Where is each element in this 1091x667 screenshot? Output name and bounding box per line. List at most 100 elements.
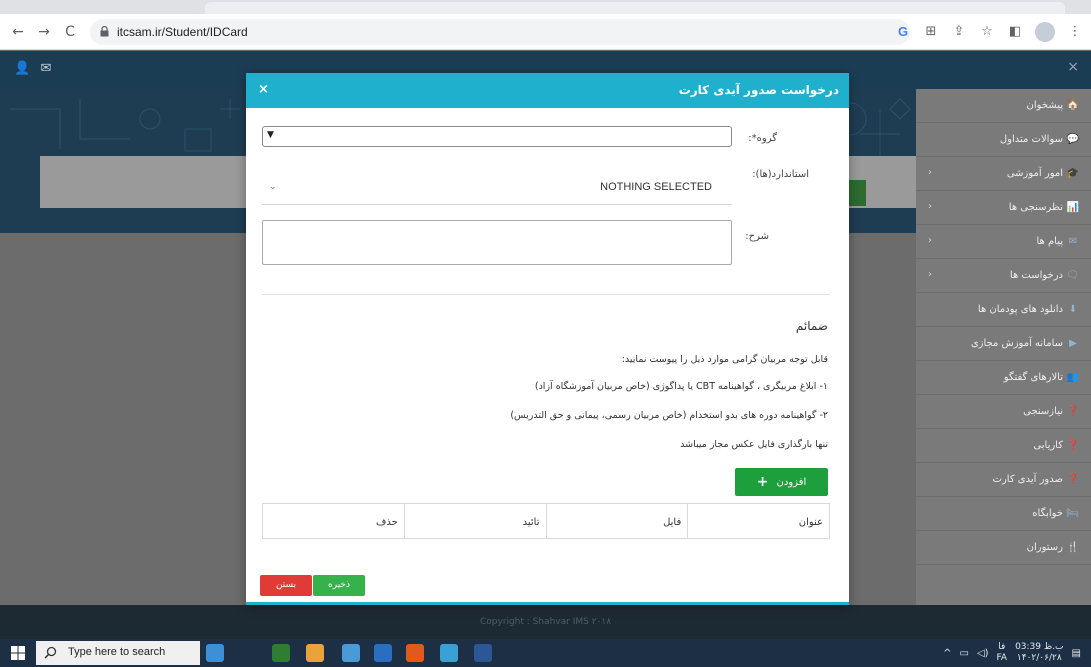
browser-tab[interactable]	[205, 2, 1065, 14]
back-icon[interactable]: ←	[9, 23, 27, 41]
modal-close-icon[interactable]: ×	[258, 82, 269, 97]
chevron-down-icon: ▼	[267, 130, 274, 140]
store-app-icon[interactable]	[374, 644, 392, 662]
content-card-button[interactable]	[848, 180, 866, 206]
taskbar-search[interactable]: Type here to search	[36, 641, 200, 665]
add-attachment-button[interactable]: افزودن +	[735, 468, 828, 496]
sidebar-item-label: خوابگاه	[1032, 508, 1063, 519]
browser-toolbar: ← → C itcsam.ir/Student/IDCard G ⊞ ⇪ ☆ ◧ ⋮	[0, 14, 1091, 50]
google-icon[interactable]: G	[895, 24, 911, 40]
chevron-left-icon: ‹	[928, 167, 932, 178]
reload-icon[interactable]: C	[61, 23, 79, 41]
sidebar-item-label: رستوران	[1026, 542, 1063, 553]
edge-app-icon[interactable]	[306, 644, 324, 662]
chevron-left-icon: ‹	[928, 201, 932, 212]
menu-icon[interactable]: ⋮	[1067, 24, 1083, 40]
sidebar-item[interactable]: ▶ سامانه آموزش مجازی	[916, 327, 1091, 361]
cutlery-icon: 🍴	[1066, 541, 1079, 553]
sidebar-item-label: درخواست ها	[1009, 270, 1063, 281]
standards-selected-text: NOTHING SELECTED	[600, 181, 712, 193]
sidebar: × 🏠 پیشخوان 💬 سوالات متداول 🎓 امور آموزشی ‹ 📊 نظ…	[916, 51, 1091, 605]
profile-avatar[interactable]	[1035, 22, 1055, 42]
graduation-icon: 🎓	[1066, 167, 1079, 179]
url-text: itcsam.ir/Student/IDCard	[117, 25, 248, 39]
standards-multiselect[interactable]: NOTHING SELECTED ⌄	[262, 168, 732, 205]
home-icon: 🏠	[1066, 99, 1079, 111]
sidebar-item[interactable]: 📊 نظرسنجی ها ‹	[916, 191, 1091, 225]
table-header: عنوان	[687, 504, 829, 538]
users-icon: 👥	[1066, 371, 1079, 383]
sidebar-item[interactable]: ❓ کاریابی	[916, 429, 1091, 463]
attachments-note: ۱- ابلاغ مربیگری ، گواهینامه CBT یا پداگ…	[534, 381, 828, 392]
standards-label: استاندارد(ها):	[752, 169, 809, 180]
sidebar-item[interactable]: ✉ پیام ها ‹	[916, 225, 1091, 259]
sidebar-item-label: صدور آیدی کارت	[992, 474, 1063, 485]
add-button-label: افزودن	[776, 476, 807, 488]
idcard-request-modal: درخواست صدور آیدی کارت × گروه*: ▼ استاند…	[246, 73, 849, 605]
sidebar-item[interactable]: 💬 سوالات متداول	[916, 123, 1091, 157]
bed-icon: 🛏	[1066, 507, 1079, 519]
windows-start-icon[interactable]	[11, 646, 25, 660]
sidebar-item[interactable]: ❓ نیازسنجی	[916, 395, 1091, 429]
language-indicator[interactable]: فا FA	[997, 642, 1008, 664]
close-button[interactable]: بستن	[260, 575, 312, 596]
table-header: تائید	[403, 504, 546, 538]
sidebar-item[interactable]: 👥 تالارهای گفتگو	[916, 361, 1091, 395]
attachments-note: قابل توجه مربیان گرامی موارد ذیل را پیوس…	[621, 354, 828, 365]
group-select[interactable]: ▼	[262, 126, 732, 147]
share-icon[interactable]: ⇪	[951, 24, 967, 40]
table-header: فایل	[545, 504, 688, 538]
play-circle-icon: ▶	[1069, 337, 1077, 349]
chevron-down-icon: ⌄	[269, 182, 277, 192]
sidebar-item[interactable]: 🍴 رستوران	[916, 531, 1091, 565]
attachments-note: ۲- گواهینامه دوره های بدو استخدام (خاص م…	[510, 410, 828, 421]
user-icon[interactable]: 👤	[14, 61, 30, 77]
description-label: شرح:	[745, 231, 769, 242]
chat-icon: 💬	[1066, 133, 1079, 145]
file-explorer-icon[interactable]	[342, 644, 360, 662]
translate-icon[interactable]: ⊞	[923, 24, 939, 40]
mail-app-icon[interactable]	[406, 644, 424, 662]
sidebar-item[interactable]: 🎓 امور آموزشی ‹	[916, 157, 1091, 191]
address-bar[interactable]: itcsam.ir/Student/IDCard	[90, 19, 910, 45]
sidebar-item-label: نظرسنجی ها	[1008, 202, 1063, 213]
explorer-app-icon[interactable]	[206, 644, 224, 662]
plus-icon: +	[756, 474, 769, 490]
chrome-app-icon[interactable]	[474, 644, 492, 662]
star-icon[interactable]: ☆	[979, 24, 995, 40]
sidepanel-icon[interactable]: ◧	[1007, 24, 1023, 40]
page-footer: Copyright : Shahvar IMS ۲۰۱۸	[0, 605, 1091, 639]
section-divider	[262, 294, 830, 295]
sidebar-item[interactable]: 🛏 خوابگاه	[916, 497, 1091, 531]
description-textarea[interactable]	[262, 220, 732, 265]
notification-icon[interactable]: ▤	[1072, 648, 1081, 659]
forward-icon[interactable]: →	[35, 23, 53, 41]
mail-icon[interactable]: ✉	[38, 61, 54, 77]
sidebar-item[interactable]: 🗨 درخواست ها ‹	[916, 259, 1091, 293]
sidebar-header	[916, 51, 1091, 89]
sidebar-item-label: پیشخوان	[1026, 100, 1063, 111]
sidebar-item[interactable]: 🏠 پیشخوان	[916, 89, 1091, 123]
sidebar-item[interactable]: ⬇ دانلود های پودمان ها	[916, 293, 1091, 327]
bar-chart-icon: 📊	[1066, 201, 1079, 213]
sidebar-close-icon[interactable]: ×	[1067, 59, 1079, 75]
task-view-icon[interactable]	[272, 644, 290, 662]
save-button[interactable]: ذخیره	[313, 575, 365, 596]
network-icon[interactable]: ▭	[960, 648, 969, 659]
modal-footer-bar	[246, 602, 849, 605]
sidebar-item-label: پیام ها	[1036, 236, 1063, 247]
firefox-app-icon[interactable]	[440, 644, 458, 662]
volume-icon[interactable]: ◁)	[977, 648, 989, 659]
question-circle-icon: ❓	[1066, 405, 1079, 417]
chevron-left-icon: ‹	[928, 269, 932, 280]
modal-header: درخواست صدور آیدی کارت ×	[246, 73, 849, 108]
taskbar-search-placeholder: Type here to search	[68, 646, 166, 658]
lock-icon	[100, 26, 109, 37]
sidebar-item[interactable]: ❓ صدور آیدی کارت	[916, 463, 1091, 497]
comment-icon: 🗨	[1066, 269, 1079, 281]
tray-chevron-icon[interactable]: ^	[943, 648, 951, 659]
sidebar-item-label: سامانه آموزش مجازی	[970, 338, 1063, 349]
clock[interactable]: 03:39 ب.ظ ۱۴۰۲/۰۶/۲۸	[1015, 642, 1063, 664]
attachments-table: عنوان فایل تائید حذف	[262, 503, 830, 539]
attachments-note: تنها بارگذاری فایل عکس مجاز میباشد	[680, 439, 828, 450]
